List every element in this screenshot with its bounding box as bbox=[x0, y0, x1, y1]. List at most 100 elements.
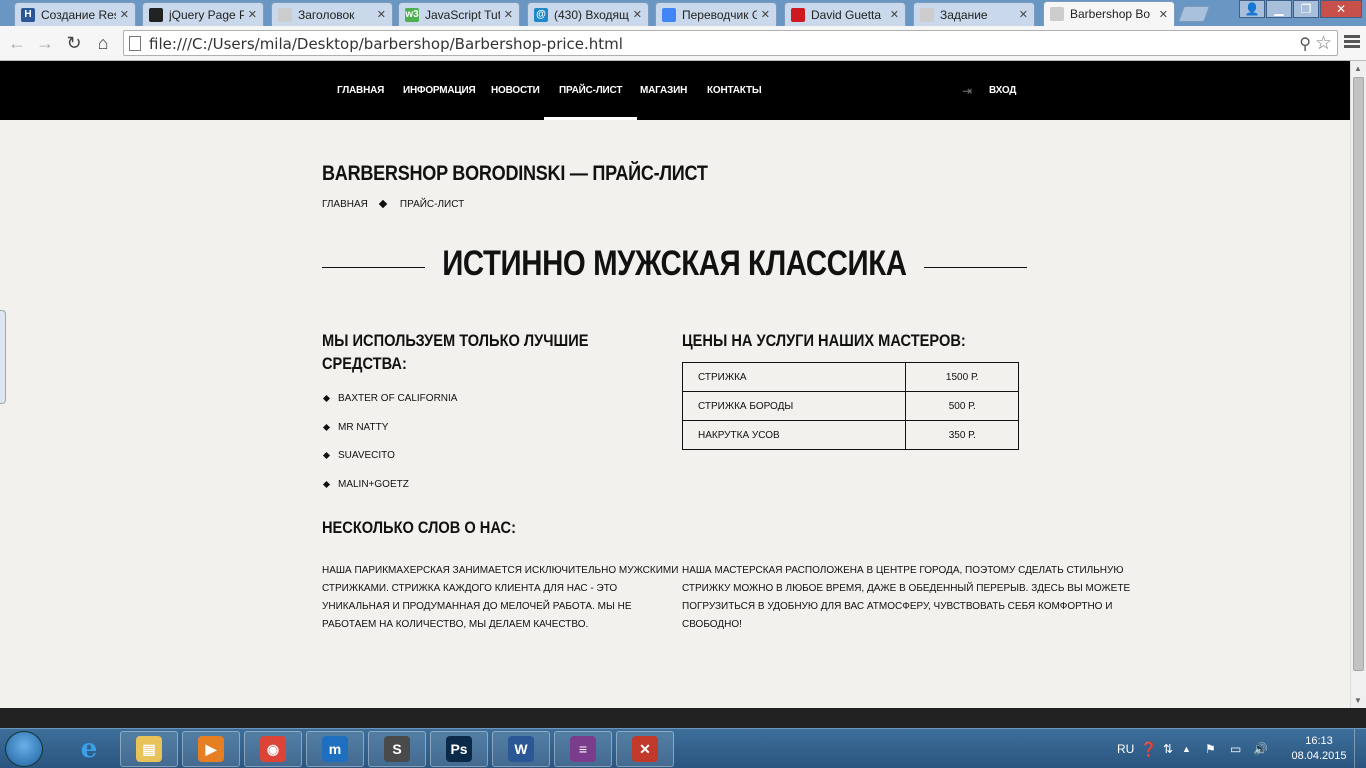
tab-favicon-icon bbox=[791, 7, 805, 22]
show-hidden-icons[interactable]: ▲ bbox=[1182, 729, 1191, 768]
nav-info[interactable]: ИНФОРМАЦИЯ bbox=[403, 61, 476, 120]
taskbar-app-photoshop[interactable]: Ps bbox=[430, 731, 488, 767]
service-cell: СТРИЖКА bbox=[681, 362, 907, 392]
tab-favicon-icon: w3 bbox=[405, 7, 419, 22]
tab-favicon-icon bbox=[1050, 7, 1064, 21]
breadcrumb-separator-icon bbox=[378, 199, 388, 208]
service-cell: НАКРУТКА УСОВ bbox=[681, 420, 907, 450]
page-scrollbar[interactable]: ▲ ▼ bbox=[1350, 61, 1366, 708]
tab-favicon-icon: H bbox=[21, 7, 35, 22]
site-footer bbox=[0, 708, 1366, 728]
breadcrumb-home[interactable]: ГЛАВНАЯ bbox=[322, 199, 368, 210]
nav-shop[interactable]: МАГАЗИН bbox=[640, 61, 687, 120]
browser-tab[interactable]: Barbershop Bo ✕ bbox=[1043, 1, 1175, 26]
home-button[interactable]: ⌂ bbox=[92, 33, 114, 53]
scrollbar-thumb[interactable] bbox=[1353, 77, 1364, 671]
service-cell: СТРИЖКА БОРОДЫ bbox=[681, 391, 907, 421]
taskbar-app-maxthon[interactable]: m bbox=[306, 731, 364, 767]
browser-tab[interactable]: @ (430) Входящи ✕ bbox=[527, 2, 649, 26]
close-tab-icon[interactable]: ✕ bbox=[504, 8, 513, 21]
side-panel-tab[interactable] bbox=[0, 310, 6, 404]
taskbar-app-winrar[interactable]: ≡ bbox=[554, 731, 612, 767]
breadcrumb: ГЛАВНАЯ ПРАЙС-ЛИСТ bbox=[322, 199, 464, 210]
browser-menu-icon[interactable] bbox=[1344, 35, 1360, 50]
table-row: НАКРУТКА УСОВ 350 Р. bbox=[681, 420, 1019, 450]
taskbar-app-word[interactable]: W bbox=[492, 731, 550, 767]
reload-button[interactable]: ↻ bbox=[63, 33, 85, 53]
address-bar[interactable]: file:///C:/Users/mila/Desktop/barbershop… bbox=[123, 30, 1338, 56]
taskbar-app-media-player[interactable]: ▶ bbox=[182, 731, 240, 767]
sublime-text-icon: S bbox=[384, 736, 410, 762]
flag-icon[interactable]: ⚑ bbox=[1205, 729, 1216, 768]
url-text[interactable]: file:///C:/Users/mila/Desktop/barbershop… bbox=[149, 35, 623, 53]
taskbar-app-explorer[interactable]: ▤ bbox=[120, 731, 178, 767]
help-icon[interactable]: ❓ bbox=[1140, 729, 1157, 768]
price-cell: 1500 Р. bbox=[905, 362, 1019, 392]
minimize-button[interactable]: ▁ bbox=[1266, 0, 1292, 18]
scroll-up-icon[interactable]: ▲ bbox=[1354, 64, 1362, 73]
network-sync-icon[interactable]: ⇅ bbox=[1163, 729, 1173, 768]
nav-news[interactable]: НОВОСТИ bbox=[491, 61, 540, 120]
taskbar-ie[interactable]: e bbox=[60, 731, 118, 767]
close-tab-icon[interactable]: ✕ bbox=[120, 8, 129, 21]
tab-favicon-icon bbox=[662, 7, 676, 22]
login-icon[interactable]: ⇥ bbox=[962, 84, 976, 98]
browser-tab[interactable]: w3 JavaScript Tut ✕ bbox=[398, 2, 520, 26]
close-tab-icon[interactable]: ✕ bbox=[248, 8, 257, 21]
tab-title: Переводчик G bbox=[682, 7, 757, 22]
close-tab-icon[interactable]: ✕ bbox=[1159, 8, 1168, 21]
nav-price-list[interactable]: ПРАЙС-ЛИСТ bbox=[543, 61, 638, 120]
language-indicator[interactable]: RU bbox=[1117, 729, 1134, 768]
tab-title: JavaScript Tut bbox=[425, 7, 500, 22]
volume-icon[interactable]: 🔊 bbox=[1253, 729, 1268, 768]
browser-tab[interactable]: H Создание Res ✕ bbox=[14, 2, 136, 26]
browser-tab[interactable]: David Guetta ✕ bbox=[784, 2, 906, 26]
browser-tab[interactable]: Задание ✕ bbox=[913, 2, 1035, 26]
forward-button[interactable]: → bbox=[34, 33, 56, 53]
window-controls: 👤 ▁ ❐ ✕ bbox=[1238, 0, 1362, 18]
page-icon bbox=[129, 36, 141, 51]
taskbar-app-sublime-text[interactable]: S bbox=[368, 731, 426, 767]
new-tab-button[interactable] bbox=[1178, 6, 1210, 22]
user-icon[interactable]: 👤 bbox=[1239, 0, 1265, 18]
windows-taskbar: e ▤ ▶ ◉ m S Ps W ≡ ✕ RU ❓ ⇅ ▲ ⚑ ▭ 🔊 16:13 08.04.… bbox=[0, 728, 1366, 768]
scroll-down-icon[interactable]: ▼ bbox=[1354, 696, 1362, 705]
start-button[interactable] bbox=[5, 731, 43, 767]
maximize-button[interactable]: ❐ bbox=[1293, 0, 1319, 18]
tab-favicon-icon bbox=[920, 7, 934, 22]
tab-title: Задание bbox=[940, 7, 988, 22]
close-window-button[interactable]: ✕ bbox=[1320, 0, 1362, 18]
close-tab-icon[interactable]: ✕ bbox=[761, 8, 770, 21]
close-tab-icon[interactable]: ✕ bbox=[633, 8, 642, 21]
tab-title: jQuery Page P bbox=[169, 7, 244, 22]
system-clock[interactable]: 16:13 08.04.2015 bbox=[1289, 734, 1349, 764]
bookmark-star-icon[interactable]: ☆ bbox=[1315, 32, 1332, 55]
browser-tab[interactable]: Переводчик G ✕ bbox=[655, 2, 777, 26]
tab-title: David Guetta bbox=[811, 7, 882, 22]
taskbar-app-chrome[interactable]: ◉ bbox=[244, 731, 302, 767]
prices-heading: ЦЕНЫ НА УСЛУГИ НАШИХ МАСТЕРОВ: bbox=[682, 331, 966, 350]
tab-favicon-icon bbox=[278, 7, 292, 22]
show-desktop-button[interactable] bbox=[1354, 729, 1366, 768]
about-heading: НЕСКОЛЬКО СЛОВ О НАС: bbox=[322, 518, 516, 537]
close-tab-icon[interactable]: ✕ bbox=[890, 8, 899, 21]
nav-home[interactable]: ГЛАВНАЯ bbox=[337, 61, 384, 120]
winrar-icon: ≡ bbox=[570, 736, 596, 762]
brands-list: BAXTER OF CALIFORNIA MR NATTY SUAVECITO … bbox=[322, 384, 457, 499]
nav-contacts[interactable]: КОНТАКТЫ bbox=[707, 61, 762, 120]
nav-login[interactable]: ВХОД bbox=[989, 61, 1016, 120]
tab-favicon-icon: @ bbox=[534, 7, 548, 22]
browser-tab[interactable]: jQuery Page P ✕ bbox=[142, 2, 264, 26]
network-icon[interactable]: ▭ bbox=[1230, 729, 1241, 768]
explorer-icon: ▤ bbox=[136, 736, 162, 762]
tab-strip: H Создание Res ✕ jQuery Page P ✕ Заголовок ✕ w3… bbox=[0, 0, 1366, 26]
zoom-icon[interactable]: ⚲ bbox=[1299, 34, 1311, 54]
close-tab-icon[interactable]: ✕ bbox=[1019, 8, 1028, 21]
browser-tab[interactable]: Заголовок ✕ bbox=[271, 2, 393, 26]
back-button[interactable]: ← bbox=[6, 33, 28, 53]
about-text-left: НАША ПАРИКМАХЕРСКАЯ ЗАНИМАЕТСЯ ИСКЛЮЧИТЕ… bbox=[322, 565, 679, 630]
taskbar-app-pdf-tool[interactable]: ✕ bbox=[616, 731, 674, 767]
brands-heading: МЫ ИСПОЛЬЗУЕМ ТОЛЬКО ЛУЧШИЕ СРЕДСТВА: bbox=[322, 331, 589, 373]
browser-toolbar: ← → ↻ ⌂ file:///C:/Users/mila/Desktop/ba… bbox=[0, 26, 1366, 61]
close-tab-icon[interactable]: ✕ bbox=[377, 8, 386, 21]
